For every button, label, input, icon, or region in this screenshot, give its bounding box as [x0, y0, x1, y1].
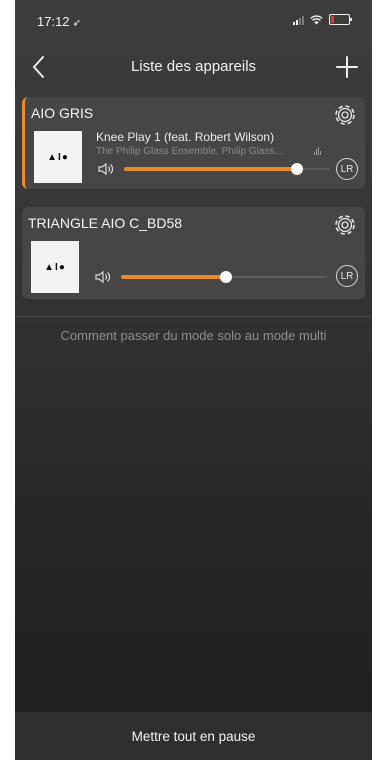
volume-speaker-icon	[98, 162, 114, 176]
album-art[interactable]: ▲I●	[34, 131, 82, 183]
track-title: Knee Play 1 (feat. Robert Wilson)	[96, 130, 275, 144]
app-screen: 17:12 ➶ Liste des appareils AIO GRIS ▲I●…	[15, 0, 372, 760]
solo-multi-help-link[interactable]: Comment passer du mode solo au mode mult…	[15, 328, 372, 343]
status-bar: 17:12 ➶	[15, 0, 372, 44]
album-art-logo: ▲I●	[44, 261, 66, 273]
divider	[15, 316, 372, 317]
location-arrow-icon: ➶	[72, 18, 81, 29]
stereo-lr-button[interactable]: LR	[336, 265, 358, 287]
page-title: Liste des appareils	[130, 58, 257, 75]
volume-slider[interactable]	[121, 270, 327, 284]
add-device-plus-icon[interactable]	[334, 54, 360, 80]
gear-icon[interactable]	[330, 210, 360, 240]
device-name: TRIANGLE AIO C_BD58	[28, 215, 183, 231]
status-time: 17:12 ➶	[37, 14, 81, 29]
album-art[interactable]: ▲I●	[31, 241, 79, 293]
nav-bar: Liste des appareils	[15, 48, 372, 88]
volume-slider-fill	[124, 167, 298, 171]
stereo-lr-button[interactable]: LR	[336, 158, 358, 180]
gear-icon[interactable]	[330, 100, 360, 130]
pause-all-button[interactable]: Mettre tout en pause	[15, 712, 372, 760]
battery-icon	[329, 14, 352, 25]
album-art-logo: ▲I●	[47, 151, 69, 163]
cellular-signal-icon	[293, 15, 304, 25]
equalizer-icon	[314, 147, 321, 155]
volume-slider[interactable]	[124, 162, 330, 176]
device-name: AIO GRIS	[31, 105, 94, 121]
status-indicators	[293, 14, 352, 25]
device-card-aio-gris[interactable]: AIO GRIS ▲I● Knee Play 1 (feat. Robert W…	[22, 97, 365, 189]
volume-slider-knob[interactable]	[220, 271, 233, 283]
volume-slider-fill	[121, 275, 227, 279]
device-card-triangle-aio[interactable]: TRIANGLE AIO C_BD58 ▲I● LR	[22, 207, 365, 299]
track-artist: The Philip Glass Ensemble, Philip Glass.…	[96, 146, 283, 157]
wifi-icon	[310, 14, 323, 24]
volume-speaker-icon	[95, 270, 111, 284]
volume-slider-knob[interactable]	[291, 163, 304, 175]
